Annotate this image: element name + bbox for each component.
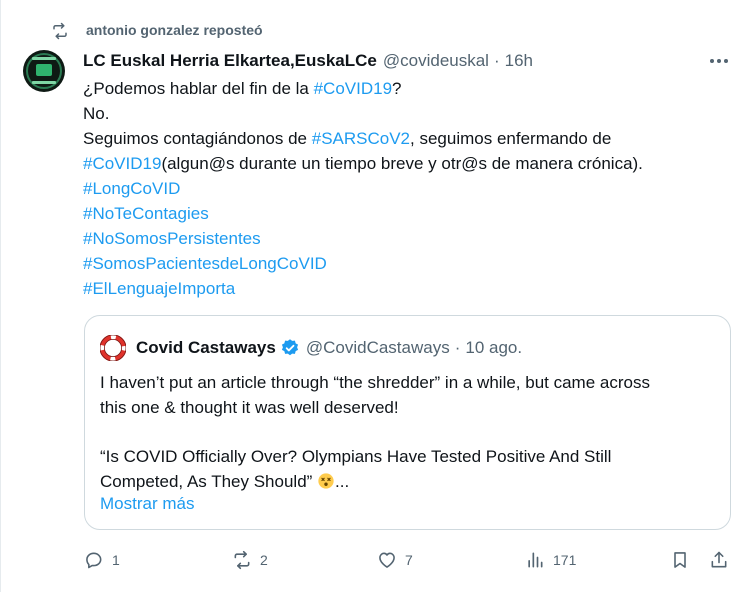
tweet-text-line: Seguimos contagiándonos de #SARSCoV2, se… — [83, 126, 733, 151]
life-buoy-icon[interactable] — [100, 335, 126, 361]
tweet-text: ¿Podemos hablar del fin de la #CoVID19? N… — [83, 76, 733, 301]
tweet-actions: 1 2 7 171 — [1, 546, 752, 574]
hashtag-link[interactable]: #LongCoVID — [83, 179, 180, 198]
hashtag-link[interactable]: #SomosPacientesdeLongCoVID — [83, 254, 327, 273]
quoted-text-line: this one & thought it was well deserved! — [100, 398, 399, 417]
avatar-mark-bottom — [32, 81, 56, 84]
header-separator: · — [493, 51, 500, 70]
like-count: 7 — [405, 552, 413, 568]
quoted-author-handle: @CovidCastaways — [305, 338, 450, 357]
show-more-link[interactable]: Mostrar más — [100, 494, 194, 514]
quoted-text-line: I haven’t put an article through “the sh… — [100, 373, 650, 392]
tweet-text-segment: Seguimos contagiándonos de — [83, 129, 312, 148]
author-name[interactable]: LC Euskal Herria Elkartea,EuskaLCe — [83, 51, 377, 71]
views-count: 171 — [553, 552, 577, 568]
tweet-timestamp[interactable]: 16h — [505, 51, 533, 71]
repost-count: 2 — [260, 552, 268, 568]
views-button[interactable]: 171 — [525, 546, 576, 574]
quoted-tweet-text: I haven’t put an article through “the sh… — [100, 370, 720, 494]
share-icon — [711, 551, 727, 568]
avatar-mark-center — [36, 64, 52, 76]
tweet-text-line: ¿Podemos hablar del fin de la #CoVID19? — [83, 76, 733, 101]
tweet-card[interactable]: antonio gonzalez reposteó LC Euskal Herr… — [0, 0, 752, 592]
truncation-ellipsis: ... — [335, 472, 350, 491]
tweet-text-segment: No. — [83, 104, 110, 123]
tweet-text-segment: ¿Podemos hablar del fin de la — [83, 79, 314, 98]
quoted-text-line: “Is COVID Officially Over? Olympians Hav… — [100, 447, 612, 466]
bookmark-icon — [674, 552, 686, 568]
repost-indicator: antonio gonzalez reposteó — [51, 20, 263, 42]
quoted-author-name[interactable]: Covid Castaways — [136, 338, 276, 358]
share-button[interactable] — [709, 546, 729, 574]
reply-button[interactable]: 1 — [84, 546, 120, 574]
dizzy-face-emoji-icon — [318, 473, 334, 489]
quoted-tweet-header: Covid Castaways @CovidCastaways · 10 ago… — [100, 335, 523, 361]
tweet-header: LC Euskal Herria Elkartea,EuskaLCe @covi… — [83, 50, 533, 72]
repost-icon — [234, 550, 250, 570]
avatar-mark-top — [32, 57, 56, 60]
more-options-button[interactable] — [707, 52, 731, 70]
author-avatar[interactable] — [23, 50, 65, 92]
more-dot-icon — [710, 59, 714, 63]
tweet-text-segment: ? — [392, 79, 402, 98]
tweet-text-line: #LongCoVID — [83, 176, 733, 201]
hashtag-link[interactable]: #ElLenguajeImporta — [83, 279, 235, 298]
tweet-text-line: #CoVID19(algun@s durante un tiempo breve… — [83, 151, 733, 176]
quoted-text-line: Competed, As They Should” — [100, 472, 313, 491]
hashtag-link[interactable]: #CoVID19 — [314, 79, 392, 98]
quoted-timestamp: 10 ago. — [465, 338, 523, 357]
quoted-text-blank-line — [100, 420, 720, 444]
views-chart-icon — [528, 552, 543, 568]
reply-count: 1 — [112, 552, 120, 568]
more-dot-icon — [717, 59, 721, 63]
bookmark-button[interactable] — [670, 546, 690, 574]
tweet-text-segment: , seguimos enfermando de — [410, 129, 612, 148]
hashtag-link[interactable]: #NoTeContagies — [83, 204, 209, 223]
hashtag-link[interactable]: #SARSCoV2 — [312, 129, 410, 148]
verified-badge-icon — [281, 339, 298, 356]
quoted-text-last-line: Competed, As They Should” ... — [100, 469, 720, 494]
tweet-text-line: #NoTeContagies — [83, 201, 733, 226]
tweet-text-line: #ElLenguajeImporta — [83, 276, 733, 301]
tweet-text-line: #SomosPacientesdeLongCoVID — [83, 251, 733, 276]
tweet-text-segment: (algun@s durante un tiempo breve y otr@s… — [161, 154, 643, 173]
hashtag-link[interactable]: #CoVID19 — [83, 154, 161, 173]
reposter-link[interactable]: antonio gonzalez reposteó — [86, 22, 263, 38]
heart-icon — [379, 552, 395, 568]
reply-icon — [86, 552, 102, 569]
hashtag-link[interactable]: #NoSomosPersistentes — [83, 229, 261, 248]
tweet-text-line: #NoSomosPersistentes — [83, 226, 733, 251]
tweet-text-line: No. — [83, 101, 733, 126]
author-handle[interactable]: @covideuskal — [383, 51, 489, 71]
repost-button[interactable]: 2 — [232, 546, 268, 574]
quoted-header-separator: · — [454, 338, 461, 357]
like-button[interactable]: 7 — [377, 546, 413, 574]
more-dot-icon — [724, 59, 728, 63]
repost-icon — [53, 22, 67, 40]
quoted-tweet[interactable]: Covid Castaways @CovidCastaways · 10 ago… — [84, 315, 731, 530]
